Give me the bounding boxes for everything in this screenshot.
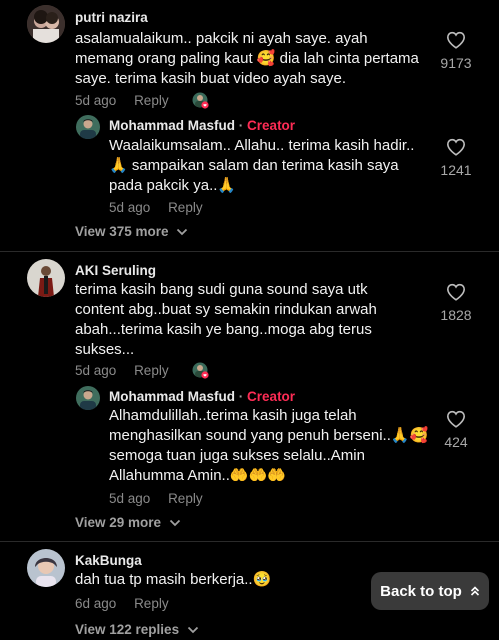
comment-line: dah tua tp masih berkerja..🥹 <box>75 571 272 588</box>
back-to-top-button[interactable]: Back to top <box>371 572 489 610</box>
like-count: 1241 <box>440 162 472 178</box>
comment-line: Allahumma Amin..🤲🤲🤲 <box>109 467 286 484</box>
creator-liked-badge-icon <box>192 92 209 109</box>
heart-outline-icon <box>446 283 466 301</box>
comment-username[interactable]: KakBunga <box>75 553 142 568</box>
view-more-label: View 29 more <box>75 515 162 530</box>
comment-line: saye. terima kasih buat video ayah saye. <box>75 70 346 87</box>
reply-username[interactable]: Mohammad Masfud <box>109 389 235 404</box>
creator-liked-badge-icon <box>192 362 209 379</box>
like-button[interactable]: 9173 <box>432 31 480 71</box>
comment-line: 🙏 sampaikan salam dan terima kasih saya <box>109 157 399 174</box>
heart-outline-icon <box>446 31 466 49</box>
back-to-top-label: Back to top <box>380 582 462 600</box>
like-button[interactable]: 1828 <box>432 283 480 323</box>
comment-text: asalamualaikum.. pakcik ni ayah saye. ay… <box>75 29 435 89</box>
like-count: 424 <box>444 434 468 450</box>
comment-line: abah...terima kasih ye bang..moga abg te… <box>75 321 372 338</box>
reply-username[interactable]: Mohammad Masfud <box>109 118 235 133</box>
avatar[interactable] <box>76 115 100 139</box>
comment-meta: 5d ago Reply <box>75 362 209 380</box>
reply-meta: 5d ago Reply <box>109 491 203 506</box>
reply-text: Alhamdulillah..terima kasih juga telah m… <box>109 406 439 486</box>
comment-line: content abg..buat sy semakin rindukan ar… <box>75 301 377 318</box>
reply-header: Mohammad Masfud · Creator <box>109 389 295 404</box>
view-more-replies[interactable]: View 29 more <box>75 515 181 530</box>
comment-meta: 6d ago Reply <box>75 596 169 611</box>
comment-line: Alhamdulillah..terima kasih juga telah <box>109 407 357 424</box>
comment-text: terima kasih bang sudi guna sound saya u… <box>75 280 435 360</box>
heart-outline-icon <box>446 410 466 428</box>
divider <box>0 251 499 252</box>
reply-meta: 5d ago Reply <box>109 200 203 215</box>
like-count: 1828 <box>440 307 472 323</box>
creator-badge: Creator <box>247 389 296 404</box>
comment-text: dah tua tp masih berkerja..🥹 <box>75 570 365 590</box>
comment-line: pada pakcik ya..🙏 <box>109 177 237 194</box>
comment-line: asalamualaikum.. pakcik ni ayah saye. ay… <box>75 30 368 47</box>
chevron-down-icon <box>187 627 198 634</box>
comment-time: 5d ago <box>75 93 117 109</box>
reply-button[interactable]: Reply <box>168 491 203 506</box>
view-more-label: View 375 more <box>75 224 169 239</box>
reply-header: Mohammad Masfud · Creator <box>109 118 295 133</box>
reply-button[interactable]: Reply <box>134 93 169 108</box>
comment-line: terima kasih bang sudi guna sound saya u… <box>75 281 368 298</box>
comment-meta: 5d ago Reply <box>75 92 209 110</box>
comment-username[interactable]: putri nazira <box>75 10 148 25</box>
separator: · <box>238 118 244 133</box>
comment-line: semoga tuan juga sukses selalu..Amin <box>109 447 365 464</box>
avatar[interactable] <box>27 259 65 297</box>
divider <box>0 541 499 542</box>
like-button[interactable]: 1241 <box>432 138 480 178</box>
view-more-replies[interactable]: View 122 replies <box>75 622 199 637</box>
view-more-label: View 122 replies <box>75 622 180 637</box>
comment-time: 6d ago <box>75 596 117 611</box>
chevron-down-icon <box>169 520 180 527</box>
reply-button[interactable]: Reply <box>134 596 169 611</box>
comment-line: sukses... <box>75 341 135 358</box>
reply-time: 5d ago <box>109 200 151 215</box>
reply-time: 5d ago <box>109 491 151 506</box>
view-more-replies[interactable]: View 375 more <box>75 224 188 239</box>
chevron-down-icon <box>177 229 188 236</box>
like-count: 9173 <box>440 55 472 71</box>
creator-badge: Creator <box>247 118 296 133</box>
comment-line: memang orang paling kaut 🥰 dia lah cinta… <box>75 50 419 67</box>
separator: · <box>238 389 244 404</box>
comment-line: Waalaikumsalam.. Allahu.. terima kasih h… <box>109 137 415 154</box>
reply-button[interactable]: Reply <box>134 363 169 378</box>
avatar[interactable] <box>76 386 100 410</box>
double-chevron-up-icon <box>470 586 479 596</box>
avatar[interactable] <box>27 5 65 43</box>
like-button[interactable]: 424 <box>432 410 480 450</box>
heart-outline-icon <box>446 138 466 156</box>
reply-button[interactable]: Reply <box>168 200 203 215</box>
reply-text: Waalaikumsalam.. Allahu.. terima kasih h… <box>109 136 439 196</box>
comment-line: menghasilkan sound yang penuh berseni..🙏… <box>109 427 429 444</box>
comment-username[interactable]: AKI Seruling <box>75 263 156 278</box>
comment-time: 5d ago <box>75 363 117 379</box>
avatar[interactable] <box>27 549 65 587</box>
